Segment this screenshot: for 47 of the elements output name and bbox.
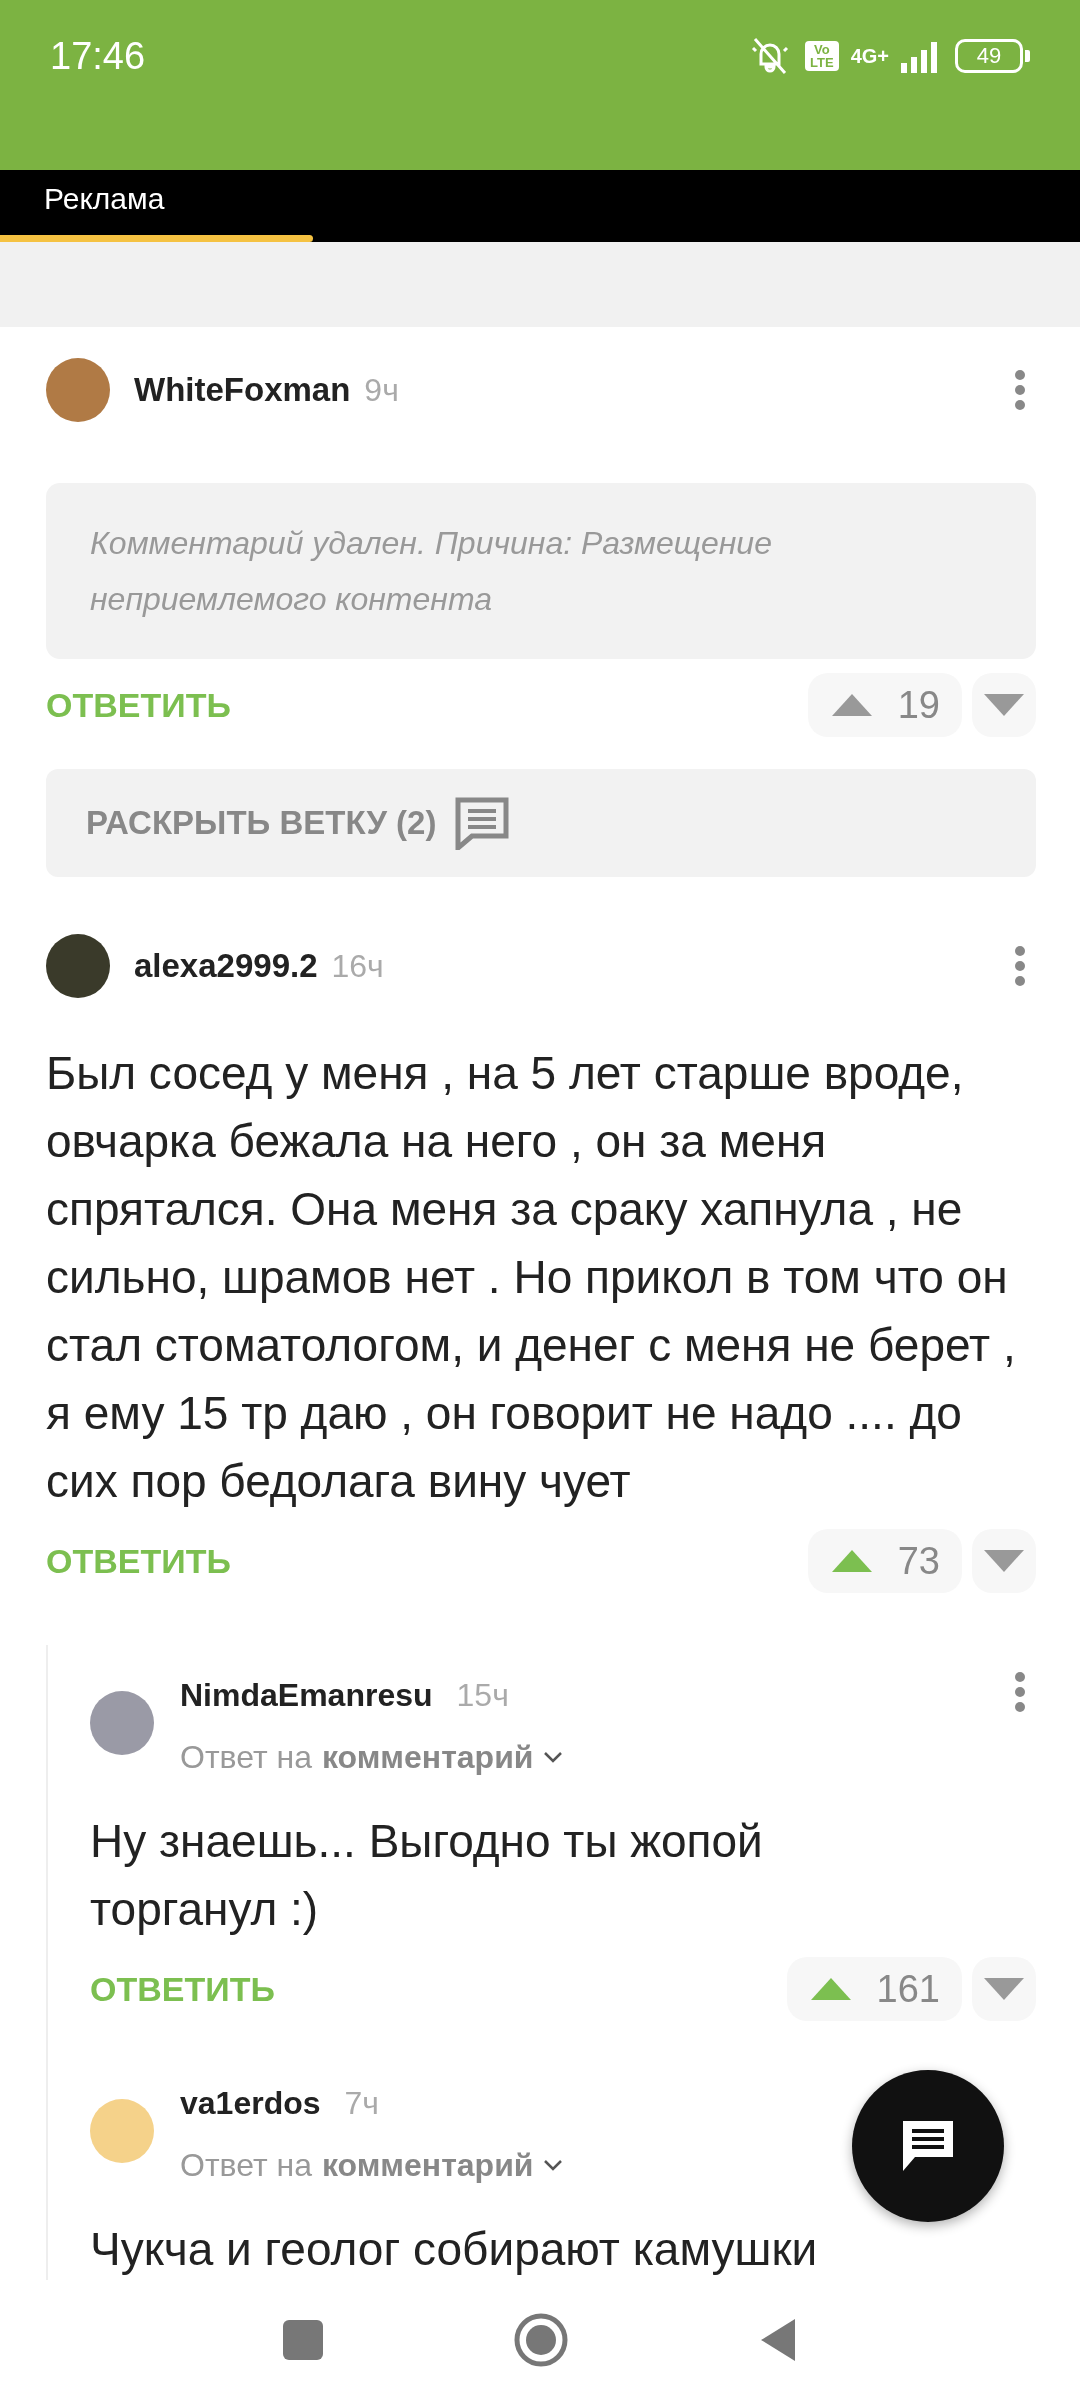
expand-thread-button[interactable]: РАСКРЫТЬ ВЕТКУ (2)	[46, 769, 1036, 877]
more-icon[interactable]	[1014, 1671, 1026, 1713]
upvote-button[interactable]: 19	[807, 673, 962, 737]
comment-text: Ну знаешь... Выгодно ты жопой торганул :)	[90, 1814, 764, 1937]
back-icon[interactable]	[759, 2317, 797, 2363]
recents-icon[interactable]	[283, 2320, 323, 2360]
ad-label: Реклама	[43, 181, 166, 217]
reply-link[interactable]: ОТВЕТИТЬ	[46, 685, 231, 725]
reply-link[interactable]: ОТВЕТИТЬ	[46, 1541, 231, 1581]
reply-to-label: Ответ на	[180, 2146, 312, 2184]
deleted-notice: Комментарий удален. Причина: Размещение неприемлемого контента	[46, 483, 1036, 659]
comment-text: Был сосед у меня , на 5 лет старше вроде, овчарка бежала на него , он за меня спрятался. Она меня за сраку хапнула , не сильно, шрамов нет . Но прикол в том что он стал стоматологом, и денег с меня не берет , я ему 15 тр даю , он говорит не надо .... до сих пор бедолага вину чует	[46, 1046, 1017, 1509]
author-name[interactable]: alexa2999.2	[134, 947, 318, 985]
triangle-up-icon	[831, 694, 872, 716]
downvote-button[interactable]	[972, 673, 1036, 737]
chevron-down-icon[interactable]	[543, 2159, 564, 2171]
status-time: 17:46	[50, 34, 146, 78]
comment-time: 9ч	[364, 371, 399, 409]
home-icon[interactable]	[513, 2312, 569, 2368]
network-type: 4G+	[850, 44, 889, 67]
author-name[interactable]: va1erdos	[180, 2084, 321, 2122]
reply-to-link[interactable]: комментарий	[321, 1738, 534, 1776]
upvote-button[interactable]: 73	[807, 1529, 962, 1593]
downvote-button[interactable]	[972, 1957, 1036, 2021]
reply-to-label: Ответ на	[180, 1738, 312, 1776]
comment-icon	[454, 796, 511, 850]
comment-text: Чукча и геолог собирают камушки	[90, 2222, 819, 2277]
triangle-up-icon	[831, 1550, 872, 1572]
comment-time: 7ч	[344, 2084, 379, 2122]
volte-badge: Vo LTE	[805, 41, 839, 71]
reply-to-link[interactable]: комментарий	[321, 2146, 534, 2184]
author-name[interactable]: WhiteFoxman	[134, 371, 351, 409]
ad-banner[interactable]: Реклама	[0, 170, 1080, 242]
comment-time: 16ч	[331, 947, 384, 985]
triangle-down-icon	[984, 1978, 1024, 2000]
upvote-button[interactable]: 161	[786, 1957, 962, 2021]
triangle-down-icon	[984, 694, 1024, 716]
comment-time: 15ч	[456, 1676, 509, 1714]
triangle-up-icon	[810, 1978, 851, 2000]
triangle-down-icon	[984, 1550, 1024, 1572]
reply-link[interactable]: ОТВЕТИТЬ	[90, 1969, 275, 2009]
comment-fab[interactable]	[852, 2070, 1004, 2222]
author-name[interactable]: NimdaEmanresu	[180, 1676, 433, 1714]
more-icon[interactable]	[1014, 369, 1026, 411]
more-icon[interactable]	[1014, 945, 1026, 987]
downvote-button[interactable]	[972, 1529, 1036, 1593]
chevron-down-icon[interactable]	[543, 1751, 564, 1763]
